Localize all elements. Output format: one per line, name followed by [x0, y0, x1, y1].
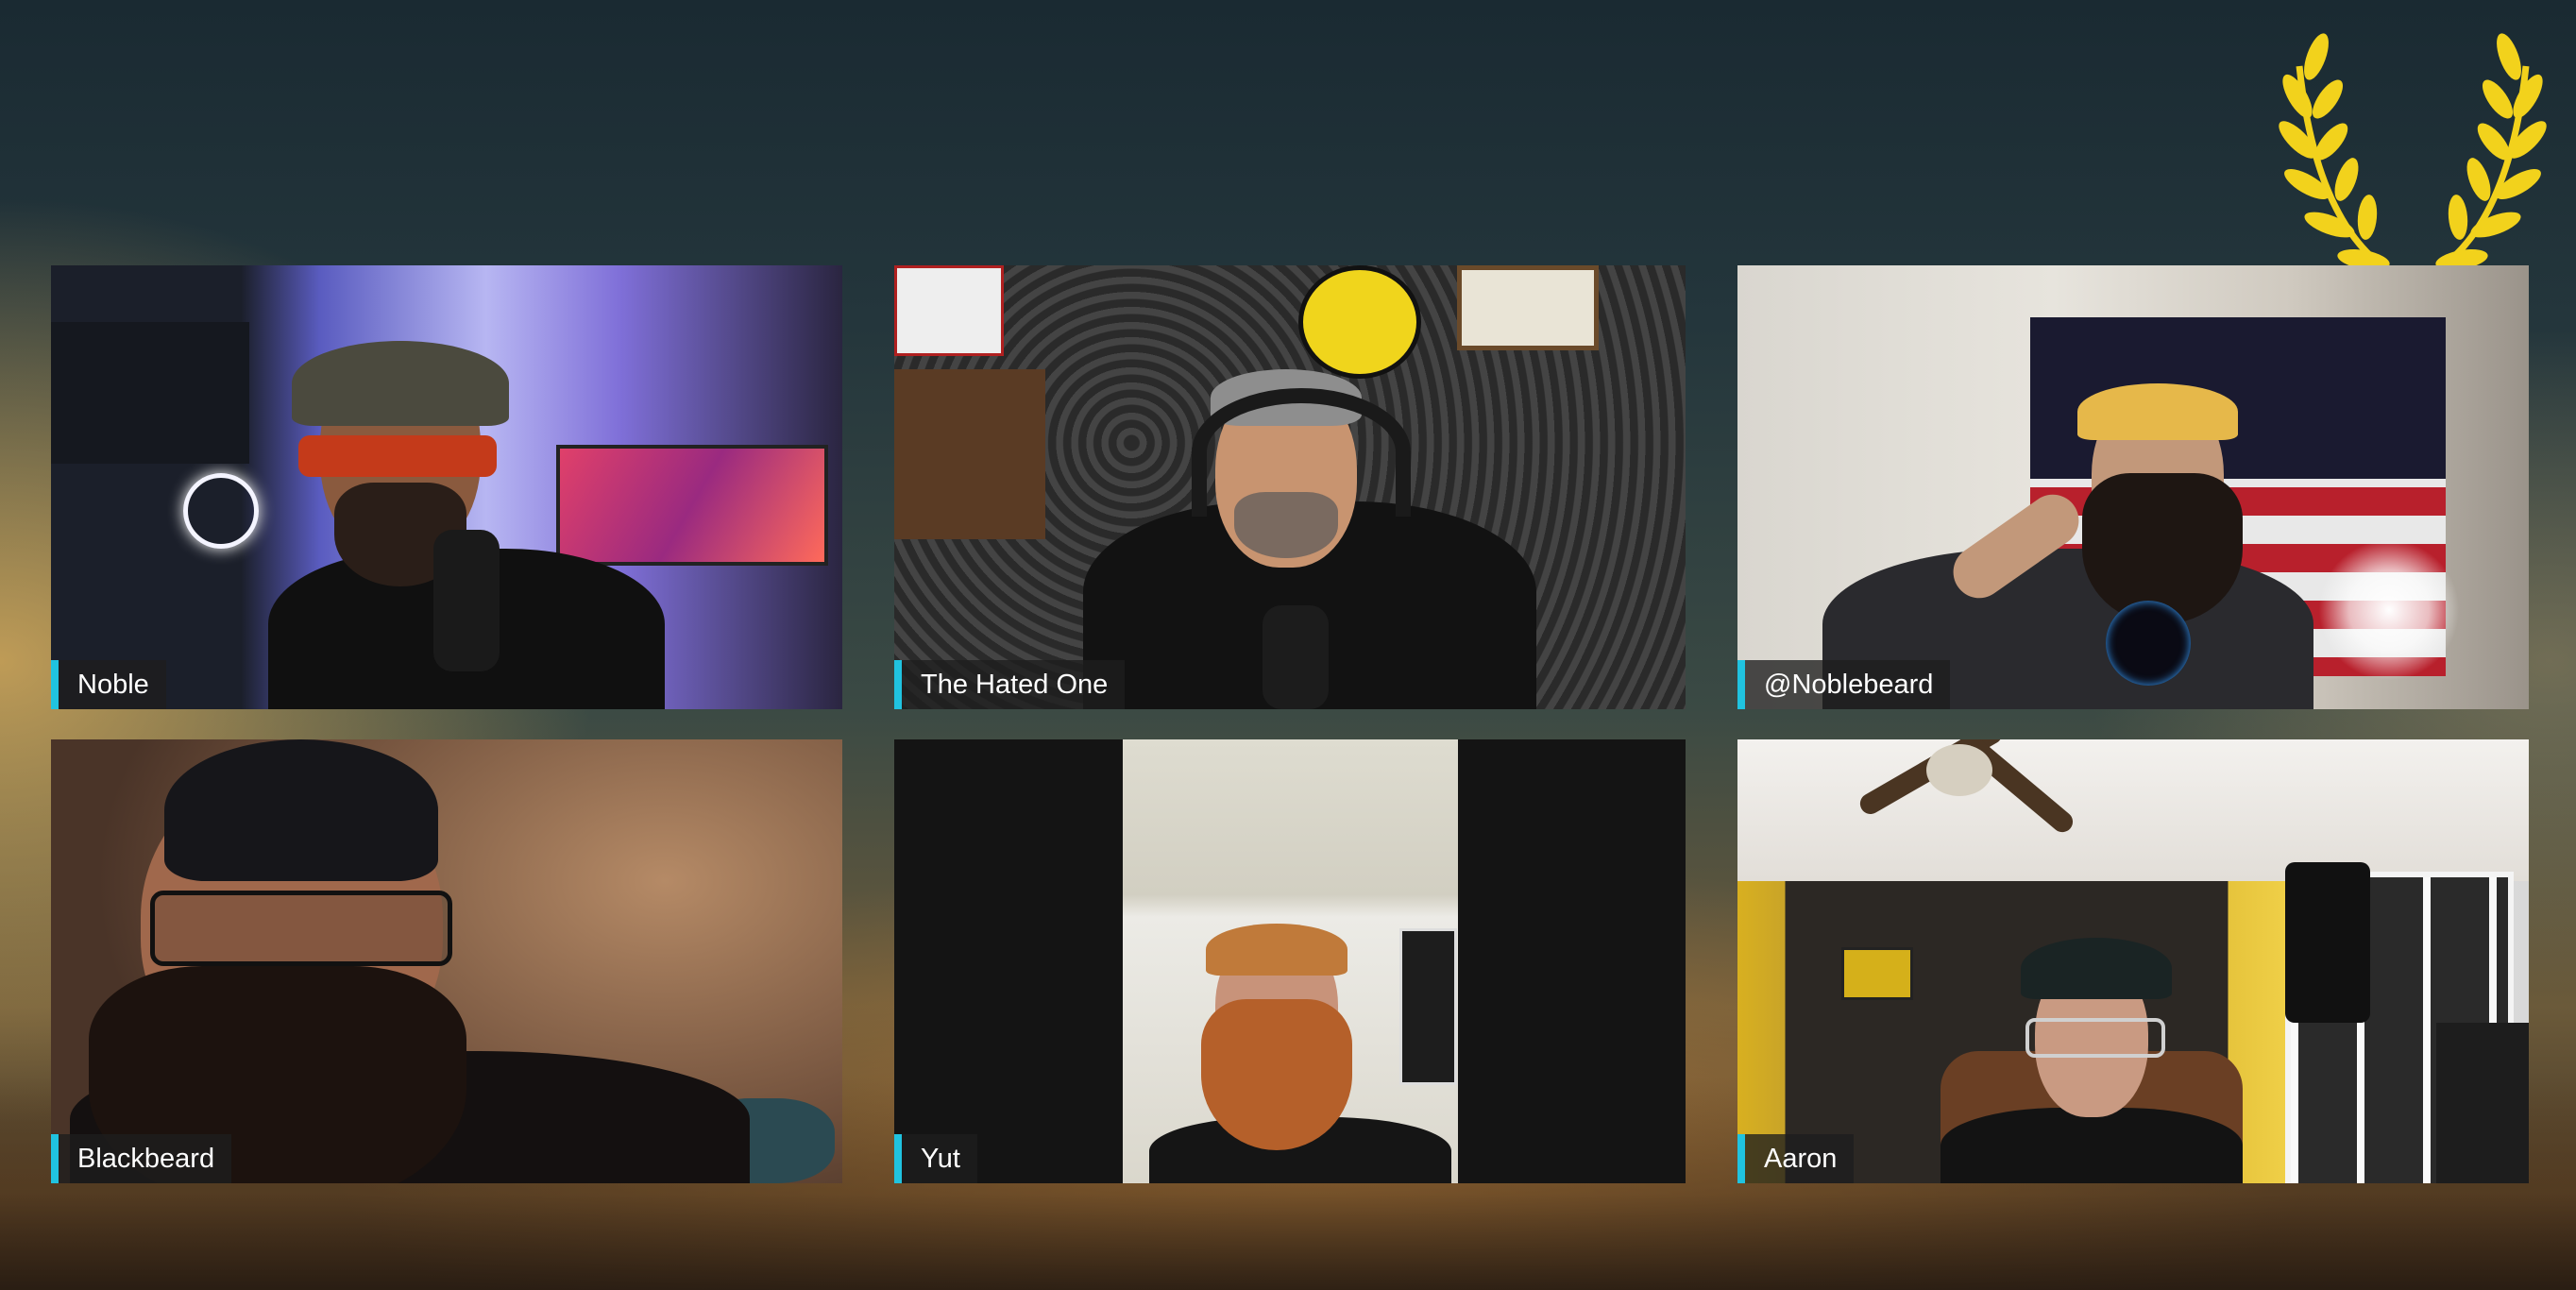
- participant-name-label: Noble: [51, 660, 166, 709]
- participant-tile-the-hated-one[interactable]: The Hated One: [894, 265, 1686, 709]
- participant-name-label: Aaron: [1737, 1134, 1855, 1183]
- participant-tile-aaron[interactable]: Aaron: [1737, 739, 2529, 1183]
- participant-tile-noble[interactable]: Noble: [51, 265, 842, 709]
- participant-tile-blackbeard[interactable]: Blackbeard: [51, 739, 842, 1183]
- participant-name-label: The Hated One: [894, 660, 1126, 709]
- laurel-wreath-icon: [2279, 33, 2547, 287]
- participant-tile-yut[interactable]: Yut: [894, 739, 1686, 1183]
- participant-name-label: Blackbeard: [51, 1134, 232, 1183]
- participant-name-label: @Noblebeard: [1737, 660, 1951, 709]
- participant-name-label: Yut: [894, 1134, 977, 1183]
- stream-stage: Noble The Hated One @Noblebeard Blackbea…: [0, 0, 2576, 1290]
- participant-tile-noblebeard[interactable]: @Noblebeard: [1737, 265, 2529, 709]
